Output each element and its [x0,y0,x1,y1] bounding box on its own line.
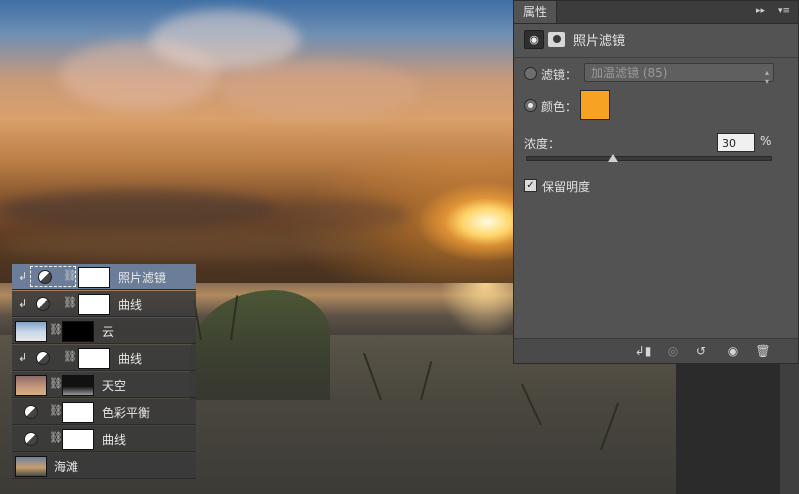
layer-name: 天空 [102,379,127,393]
layer-name: 照片滤镜 [118,271,167,285]
layer-name: 曲线 [118,352,143,366]
adjustment-icon [24,405,38,419]
layer-name: 海滩 [54,460,79,474]
layer-mask-thumbnail[interactable] [62,321,94,342]
trash-icon[interactable]: 🗑 [754,343,772,359]
layer-name: 曲线 [118,298,143,312]
adjustment-title-row: ◉ 照片滤镜 [524,29,625,49]
filter-select-value: 加温滤镜 (85) [591,66,668,80]
layer-thumbnail[interactable] [15,375,47,396]
clip-arrow-icon: ↲ [18,351,28,364]
link-icon[interactable]: ⛓ [63,296,77,309]
layer-row[interactable]: ⛓ 云 [12,318,196,344]
clip-arrow-icon: ↲ [18,297,28,310]
photo-filter-icon: ◉ [524,29,544,49]
layer-mask-thumbnail[interactable] [62,429,94,450]
adjustment-icon [38,270,52,284]
clip-to-layer-icon[interactable]: ↲▮ [634,343,652,359]
layer-row[interactable]: 海滩 [12,453,196,479]
divider [514,57,798,58]
link-icon[interactable]: ⛓ [49,404,63,417]
link-icon[interactable]: ⛓ [49,431,63,444]
layer-mask-thumbnail[interactable] [62,375,94,396]
layer-row[interactable]: ↲ ⛓ 曲线 [12,291,196,317]
color-label: 颜色： [541,100,578,114]
layer-name: 曲线 [102,433,127,447]
color-radio[interactable] [524,99,537,112]
layer-mask-thumbnail[interactable] [62,402,94,423]
panel-menu-icon[interactable]: ▾≡ [778,5,790,18]
density-input[interactable]: 30 [717,133,755,152]
panel-footer: ↲▮ ◎ ↺ ◉ 🗑 [514,338,798,363]
filter-radio[interactable] [524,67,537,80]
layer-row[interactable]: ⛓ 曲线 [12,426,196,452]
link-icon[interactable]: ⛓ [63,269,77,282]
properties-panel: 属性 ▸▸ ▾≡ ◉ 照片滤镜 滤镜： 加温滤镜 (85) ▴ ▾ 颜色： 浓度：… [513,0,799,364]
cloud [220,60,420,120]
visibility-icon[interactable]: ◉ [724,343,742,359]
density-slider-thumb[interactable] [608,154,619,162]
tab-properties[interactable]: 属性 [514,1,558,23]
adjustment-icon [36,297,50,311]
density-label: 浓度： [524,137,561,151]
density-unit: % [760,134,772,148]
link-icon[interactable]: ⛓ [49,377,63,390]
cloud [270,200,410,230]
filter-label: 滤镜： [541,68,578,82]
layer-row[interactable]: ↲ ⛓ 曲线 [12,345,196,371]
adjustment-icon [36,351,50,365]
preserve-luminosity-label: 保留明度 [542,180,591,194]
layer-row[interactable]: ↲ ⛓ 照片滤镜 [12,264,196,290]
clip-arrow-icon: ↲ [18,270,28,283]
density-slider-track[interactable] [526,156,772,161]
cloud [0,230,380,260]
layer-thumbnail[interactable] [15,456,47,477]
layer-name: 色彩平衡 [102,406,151,420]
link-icon[interactable]: ⛓ [49,323,63,336]
reset-icon[interactable]: ↺ [692,343,710,359]
panel-header: 属性 ▸▸ ▾≡ [514,1,798,24]
preserve-luminosity-checkbox[interactable]: ✓ [524,179,537,192]
link-icon[interactable]: ⛓ [63,350,77,363]
layer-mask-thumbnail[interactable] [78,267,110,288]
layers-panel: ↲ ⛓ 照片滤镜 ↲ ⛓ 曲线 ⛓ 云 ↲ ⛓ 曲线 ⛓ 天空 ⛓ 色彩平衡 ⛓… [12,264,196,482]
layer-mask-thumbnail[interactable] [78,348,110,369]
adjustment-title: 照片滤镜 [573,33,626,49]
workspace-background [676,362,780,494]
cloud [0,190,280,230]
layer-thumbnail[interactable] [15,321,47,342]
layer-mask-thumbnail[interactable] [78,294,110,315]
layer-name: 云 [102,325,115,339]
view-previous-icon[interactable]: ◎ [664,343,682,359]
layer-row[interactable]: ⛓ 色彩平衡 [12,399,196,425]
mask-icon[interactable] [548,31,565,47]
color-swatch[interactable] [580,90,610,120]
filter-select[interactable]: 加温滤镜 (85) ▴ ▾ [584,63,774,86]
chevron-updown-icon: ▴ ▾ [764,68,769,86]
cloud [150,10,300,70]
layer-row[interactable]: ⛓ 天空 [12,372,196,398]
adjustment-icon [24,432,38,446]
collapse-icon[interactable]: ▸▸ [756,5,765,18]
